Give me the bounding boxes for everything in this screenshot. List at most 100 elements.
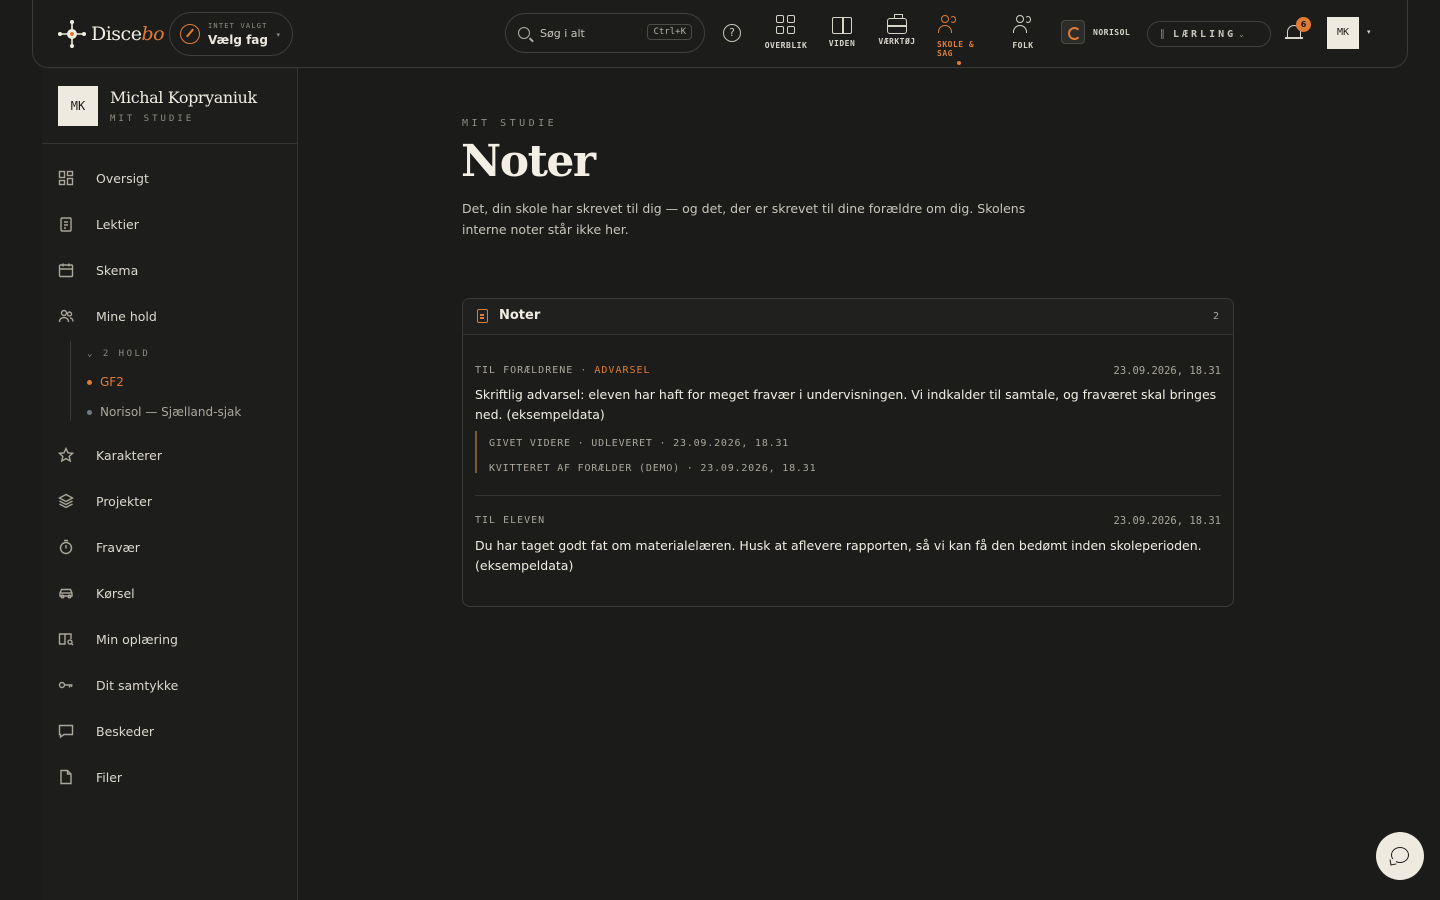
note-recipient: TIL FORÆLDRENE (475, 365, 574, 376)
search-shortcut: Ctrl+K (647, 24, 692, 40)
team-label: GF2 (100, 375, 124, 389)
team-label: Norisol — Sjælland-sjak (100, 405, 242, 419)
team-item-norisol[interactable]: Norisol — Sjælland-sjak (87, 405, 241, 419)
note-tag-warning: ADVARSEL (594, 365, 651, 376)
role-label: LÆRLING (1173, 28, 1237, 40)
chat-bubble-icon (1391, 847, 1409, 863)
nav-label-line-2: SAG (937, 49, 953, 58)
sidebar-item-label: Karakterer (96, 447, 162, 463)
chevron-down-icon[interactable]: ▾ (1367, 28, 1371, 36)
dashboard-icon (58, 170, 74, 186)
sidebar-item-label: Mine hold (96, 308, 157, 324)
logo[interactable]: Discebo (57, 18, 165, 50)
search-icon (518, 27, 530, 39)
note-body: Du har taget godt fat om materialelæren.… (475, 538, 1202, 573)
notes-card-title: Noter (499, 308, 541, 323)
logo-text: Discebo (91, 23, 165, 45)
clipboard-icon (477, 309, 488, 323)
team-item-gf2[interactable]: GF2 (87, 375, 124, 389)
car-icon (58, 585, 74, 601)
team-color-dot (87, 409, 92, 415)
avatar[interactable]: MK (1327, 17, 1359, 49)
compass-icon (180, 24, 200, 44)
training-icon (58, 631, 74, 647)
sidebar-item-beskeder[interactable]: Beskeder (58, 719, 282, 743)
note-delivery-trail: GIVET VIDERE · UDLEVERET · 23.09.2026, 1… (475, 431, 975, 474)
nav-label-line-1: SKOLE & (937, 40, 975, 49)
notes-count: 2 (1212, 311, 1219, 322)
file-icon (58, 769, 74, 785)
star-icon (57, 446, 75, 463)
notes-card: Noter 2 TIL FORÆLDRENE · ADVARSEL 23.09.… (462, 298, 1234, 607)
profile-name: Michal Kopryaniuk (110, 88, 257, 107)
sidebar-item-fravaer[interactable]: Fravær (58, 535, 282, 559)
sidebar-item-oversigt[interactable]: Oversigt (58, 166, 282, 190)
course-picker-label: Vælg fag (208, 32, 268, 47)
org-switcher[interactable]: NORISOL (1061, 20, 1130, 44)
layers-icon (58, 493, 74, 509)
trail-line: GIVET VIDERE · UDLEVERET · 23.09.2026, 1… (489, 438, 790, 449)
active-indicator (957, 61, 961, 65)
note-meta: TIL ELEVEN (475, 515, 545, 526)
org-logo-icon (1061, 20, 1085, 44)
note-body: Skriftlig advarsel: eleven har haft for … (475, 387, 1217, 422)
note-date: 23.09.2026, 18.31 (1113, 365, 1221, 377)
nav-folk[interactable]: FOLK (993, 14, 1053, 50)
chat-button[interactable] (1376, 832, 1424, 880)
people-icon (1012, 14, 1034, 36)
sidebar-item-min-oplaering[interactable]: Min oplæring (58, 627, 282, 651)
sidebar-item-skema[interactable]: Skema (58, 258, 282, 282)
people-icon (937, 14, 959, 36)
sidebar-item-filer[interactable]: Filer (58, 765, 282, 789)
team-list-header[interactable]: ⌄ 2 HOLD (87, 349, 150, 359)
nav-label: VÆRKTØJ (878, 37, 916, 46)
hammer-icon: ∥ (1160, 28, 1165, 40)
sidebar-item-mine-hold[interactable]: Mine hold (58, 304, 282, 328)
sidebar-item-lektier[interactable]: Lektier (58, 212, 282, 236)
sidebar-item-label: Fravær (96, 539, 140, 555)
logo-mark-icon (57, 19, 87, 49)
course-picker[interactable]: INTET VALGT Vælg fag ▾ (169, 12, 293, 56)
role-switcher[interactable]: ∥ LÆRLING ⌄ (1147, 21, 1271, 47)
team-color-dot (87, 379, 92, 385)
nav-overblik[interactable]: OVERBLIK (756, 14, 816, 50)
divider (475, 495, 1221, 496)
trail-line: KVITTERET AF FORÆLDER (DEMO) · 23.09.202… (489, 463, 817, 474)
page-description: Det, din skole har skrevet til dig — og … (462, 201, 1026, 237)
sidebar-item-koersel[interactable]: Kørsel (58, 581, 282, 605)
nav-label: FOLK (1012, 41, 1034, 50)
sidebar-item-label: Skema (96, 262, 139, 278)
sidebar-item-dit-samtykke[interactable]: Dit samtykke (58, 673, 282, 697)
help-icon[interactable]: ? (723, 24, 741, 42)
briefcase-icon (887, 14, 907, 34)
sidebar-item-karakterer[interactable]: Karakterer (57, 443, 282, 467)
note-recipient: TIL ELEVEN (475, 515, 546, 526)
page-title: Noter (461, 136, 596, 187)
sidebar-item-label: Oversigt (96, 170, 149, 186)
timer-icon (58, 539, 74, 555)
page-eyebrow: MIT STUDIE (462, 118, 558, 129)
message-icon (58, 723, 74, 739)
nav-vaerktoej[interactable]: VÆRKTØJ (867, 14, 927, 46)
notification-badge: 6 (1296, 17, 1311, 32)
sidebar-item-label: Filer (96, 769, 123, 785)
profile-subtitle: MIT STUDIE (110, 114, 195, 124)
global-search[interactable]: Søg i alt Ctrl+K (505, 13, 705, 53)
chevron-down-icon: ⌄ (1238, 29, 1245, 39)
group-icon (58, 308, 74, 324)
sidebar-item-label: Beskeder (96, 723, 155, 739)
nav-label: VIDEN (828, 39, 856, 48)
sidebar: MK Michal Kopryaniuk MIT STUDIE Oversigt… (42, 68, 298, 900)
sidebar-item-label: Dit samtykke (96, 677, 179, 693)
grid-icon (775, 14, 797, 36)
book-icon (832, 17, 852, 34)
org-name: NORISOL (1093, 27, 1131, 37)
sidebar-item-label: Min oplæring (96, 631, 178, 647)
top-bar: Discebo INTET VALGT Vælg fag ▾ Søg i alt… (32, 0, 1408, 68)
profile-header: MK Michal Kopryaniuk MIT STUDIE (42, 68, 298, 144)
nav-skole-sag[interactable]: SKOLE & SAG (921, 14, 981, 58)
notes-card-header: Noter 2 (463, 299, 1233, 335)
nav-viden[interactable]: VIDEN (812, 14, 872, 48)
avatar: MK (58, 86, 98, 126)
sidebar-item-projekter[interactable]: Projekter (58, 489, 282, 513)
